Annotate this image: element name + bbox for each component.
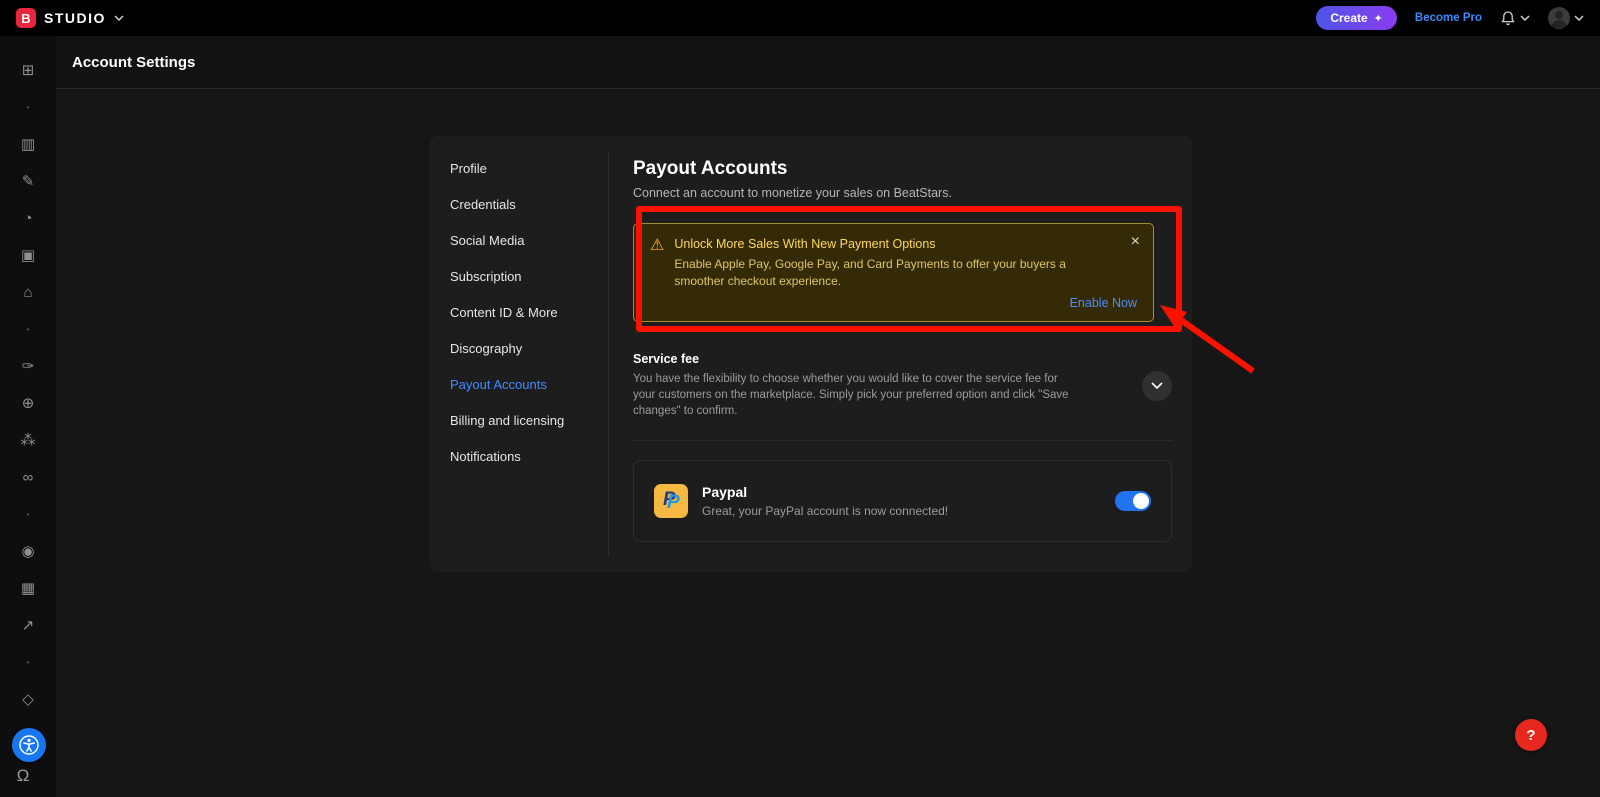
- analytics-icon[interactable]: ▥: [18, 134, 38, 154]
- payment-options-alert: ⚠ Unlock More Sales With New Payment Opt…: [633, 223, 1154, 322]
- nav-item-discography[interactable]: Discography: [450, 330, 608, 366]
- bell-icon: [1500, 10, 1516, 27]
- share-icon[interactable]: ↗: [18, 615, 38, 635]
- paypal-status-text: Great, your PayPal account is now connec…: [702, 504, 948, 518]
- performance-icon[interactable]: ◔: [18, 208, 38, 228]
- paypal-toggle[interactable]: [1115, 491, 1151, 511]
- section-dot: •: [18, 97, 38, 117]
- headphones-support-icon[interactable]: Ω: [13, 766, 33, 786]
- publishing-icon[interactable]: ⊕: [18, 393, 38, 413]
- beatstars-logo-icon: B: [16, 8, 36, 28]
- paypal-p-front: P: [667, 492, 680, 514]
- marketplace-icon[interactable]: ⌂: [18, 282, 38, 302]
- page-header: Account Settings: [56, 36, 1600, 89]
- top-bar: B STUDIO Create ✦ Become Pro: [0, 0, 1600, 36]
- section-subtitle: Connect an account to monetize your sale…: [633, 186, 1172, 200]
- nav-item-credentials[interactable]: Credentials: [450, 186, 608, 222]
- paypal-card: P P Paypal Great, your PayPal account is…: [633, 460, 1172, 542]
- enable-now-link[interactable]: Enable Now: [650, 296, 1137, 310]
- nav-item-billing-licensing[interactable]: Billing and licensing: [450, 402, 608, 438]
- account-settings-card: Profile Credentials Social Media Subscri…: [430, 136, 1192, 572]
- payments-card-icon[interactable]: ▣: [18, 245, 38, 265]
- content-editor-icon[interactable]: ✎: [18, 171, 38, 191]
- service-fee-expand-button[interactable]: [1142, 371, 1172, 401]
- become-pro-link[interactable]: Become Pro: [1415, 12, 1482, 24]
- notifications-menu[interactable]: [1500, 10, 1530, 27]
- nav-item-profile[interactable]: Profile: [450, 150, 608, 186]
- section-dot: •: [18, 652, 38, 672]
- help-button[interactable]: ?: [1515, 719, 1547, 751]
- section-title: Payout Accounts: [633, 158, 1172, 180]
- media-icon[interactable]: ▦: [18, 578, 38, 598]
- collaboration-icon[interactable]: ⁂: [18, 430, 38, 450]
- nav-item-payout-accounts[interactable]: Payout Accounts: [450, 366, 608, 402]
- nav-item-social-media[interactable]: Social Media: [450, 222, 608, 258]
- alert-body: Enable Apple Pay, Google Pay, and Card P…: [674, 256, 1094, 290]
- avatar: [1548, 7, 1570, 29]
- service-fee-description: You have the flexibility to choose wheth…: [633, 371, 1078, 420]
- nav-item-content-id[interactable]: Content ID & More: [450, 294, 608, 330]
- nav-item-subscription[interactable]: Subscription: [450, 258, 608, 294]
- accessibility-person-icon: [19, 735, 39, 755]
- brand-menu[interactable]: B STUDIO: [16, 8, 124, 28]
- distribution-icon[interactable]: ∞: [18, 467, 38, 487]
- settings-nav: Profile Credentials Social Media Subscri…: [430, 136, 608, 572]
- studio-label: STUDIO: [44, 10, 106, 26]
- chevron-down-icon: [114, 15, 124, 21]
- warning-icon: ⚠: [650, 237, 664, 290]
- accessibility-button[interactable]: [12, 728, 46, 762]
- promote-icon[interactable]: ✑: [18, 356, 38, 376]
- close-icon[interactable]: ×: [1131, 234, 1140, 250]
- toggle-knob: [1133, 493, 1149, 509]
- sidebar: ⊞ • ▥ ✎ ◔ ▣ ⌂ • ✑ ⊕ ⁂ ∞ • ◉ ▦ ↗ • ◇: [0, 36, 56, 797]
- paypal-title: Paypal: [702, 484, 948, 500]
- service-fee-title: Service fee: [633, 352, 1093, 366]
- create-button[interactable]: Create ✦: [1316, 6, 1397, 30]
- section-dot: •: [18, 504, 38, 524]
- account-menu[interactable]: [1548, 7, 1584, 29]
- section-divider: [633, 440, 1172, 441]
- page-title: Account Settings: [72, 54, 195, 71]
- chevron-down-icon: [1574, 15, 1584, 21]
- sparkle-icon: ✦: [1374, 12, 1383, 25]
- payout-accounts-section: Payout Accounts Connect an account to mo…: [609, 136, 1192, 572]
- paypal-logo-icon: P P: [654, 484, 688, 518]
- chevron-down-icon: [1520, 15, 1530, 21]
- deals-tag-icon[interactable]: ◇: [18, 689, 38, 709]
- nav-item-notifications[interactable]: Notifications: [450, 438, 608, 474]
- create-button-label: Create: [1330, 11, 1367, 25]
- alert-title: Unlock More Sales With New Payment Optio…: [674, 237, 1094, 251]
- records-icon[interactable]: ◉: [18, 541, 38, 561]
- service-fee-row: Service fee You have the flexibility to …: [633, 352, 1172, 420]
- dashboard-icon[interactable]: ⊞: [18, 60, 38, 80]
- chevron-down-icon: [1151, 382, 1163, 389]
- section-dot: •: [18, 319, 38, 339]
